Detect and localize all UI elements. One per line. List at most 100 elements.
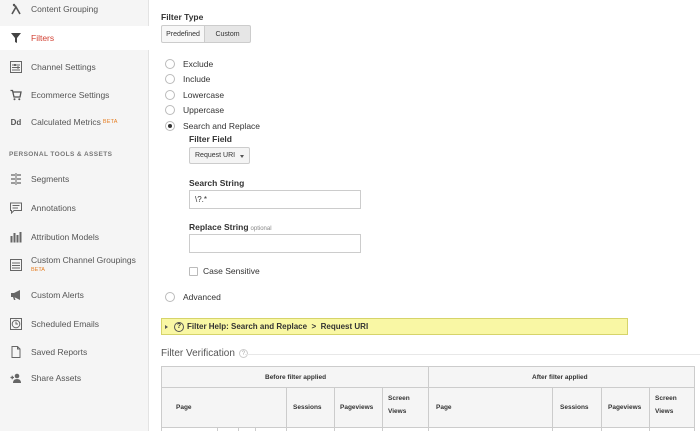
channel-settings-icon: [9, 60, 23, 74]
radio-button[interactable]: [165, 74, 175, 84]
sidebar-item-content-grouping[interactable]: Content Grouping: [0, 0, 149, 21]
sidebar-item-custom-alerts[interactable]: Custom Alerts: [0, 283, 149, 307]
filter-editor: Filter Type Predefined Custom Exclude In…: [161, 0, 700, 431]
filter-verification-label: Filter Verification: [161, 348, 235, 359]
sidebar-item-label: Segments: [31, 174, 70, 184]
column-divider: [286, 388, 287, 431]
radio-label: Advanced: [183, 292, 221, 302]
col-pageviews-after: Pageviews: [608, 404, 642, 411]
sidebar-item-custom-channel-groupings[interactable]: Custom Channel Groupings BETA: [0, 253, 149, 281]
radio-button[interactable]: [165, 105, 175, 115]
radio-search-and-replace[interactable]: Search and Replace: [165, 121, 260, 131]
col-sessions-after: Sessions: [560, 404, 589, 411]
verification-table: Before filter applied After filter appli…: [161, 366, 695, 431]
radio-uppercase[interactable]: Uppercase: [165, 105, 224, 115]
radio-label: Exclude: [183, 59, 214, 69]
sidebar-item-label: Content Grouping: [31, 4, 99, 14]
filter-icon: [9, 31, 23, 45]
sidebar-item-label: Custom Channel Groupings: [31, 255, 136, 265]
document-icon: [9, 345, 23, 359]
help-icon: ?: [174, 321, 184, 332]
section-heading: PERSONAL TOOLS & ASSETS: [9, 151, 113, 158]
radio-label: Lowercase: [183, 90, 225, 100]
radio-button[interactable]: [165, 121, 175, 131]
add-user-icon: [9, 371, 23, 385]
sidebar-item-ecommerce-settings[interactable]: Ecommerce Settings: [0, 83, 149, 107]
sidebar-item-label: Custom Alerts: [31, 290, 84, 300]
expand-triangle-icon: [165, 324, 168, 329]
filter-field-label: Filter Field: [189, 134, 232, 144]
sidebar-item-share-assets[interactable]: Share Assets: [0, 366, 149, 390]
col-pageviews-before: Pageviews: [340, 404, 374, 411]
sidebar-item-saved-reports[interactable]: Saved Reports: [0, 340, 149, 364]
col-page-before: Page: [176, 404, 192, 411]
col-page-after: Page: [436, 404, 452, 411]
content-grouping-icon: [9, 2, 23, 16]
sidebar-item-label: Saved Reports: [31, 347, 88, 357]
case-sensitive-label: Case Sensitive: [203, 266, 260, 276]
filter-type-label: Filter Type: [161, 12, 204, 22]
clock-icon: [9, 317, 23, 331]
sidebar-item-annotations[interactable]: Annotations: [0, 196, 149, 220]
search-string-input[interactable]: [189, 190, 361, 209]
sidebar-item-scheduled-emails[interactable]: Scheduled Emails: [0, 312, 149, 336]
tab-custom[interactable]: Custom: [205, 25, 251, 43]
replace-string-label: Replace String optional: [189, 222, 272, 232]
column-divider: [601, 388, 602, 431]
sidebar-item-filters[interactable]: Filters: [0, 26, 149, 50]
radio-button[interactable]: [165, 292, 175, 302]
before-header: Before filter applied: [265, 374, 327, 381]
filter-type-tabs: Predefined Custom: [161, 25, 251, 43]
replace-string-input[interactable]: [189, 234, 361, 253]
column-divider: [382, 388, 383, 431]
tab-predefined[interactable]: Predefined: [161, 25, 205, 43]
sidebar-item-label: Calculated Metrics: [31, 117, 101, 127]
radio-exclude[interactable]: Exclude: [165, 59, 213, 69]
radio-label: Search and Replace: [183, 121, 261, 131]
column-divider: [649, 388, 650, 431]
sidebar-item-label: Share Assets: [31, 373, 82, 383]
filter-field-select[interactable]: Request URI: [189, 147, 250, 164]
sidebar-item-label: Filters: [31, 33, 55, 43]
col-screenviews-before: Screen Views: [388, 395, 410, 415]
sidebar-item-label: Ecommerce Settings: [31, 90, 110, 100]
sidebar-item-label: Attribution Models: [31, 232, 100, 242]
radio-label: Uppercase: [183, 105, 225, 115]
radio-label: Include: [183, 74, 211, 84]
radio-button[interactable]: [165, 90, 175, 100]
radio-advanced[interactable]: Advanced: [165, 292, 221, 302]
beta-badge: BETA: [31, 267, 45, 273]
admin-sidebar: Content Grouping Filters Channel Setting…: [0, 0, 149, 431]
sidebar-item-channel-settings[interactable]: Channel Settings: [0, 55, 149, 79]
search-string-label: Search String: [189, 178, 245, 188]
column-divider: [552, 388, 553, 431]
chevron-down-icon: [240, 155, 244, 158]
radio-lowercase[interactable]: Lowercase: [165, 90, 224, 100]
divider: [245, 354, 700, 355]
radio-include[interactable]: Include: [165, 74, 210, 84]
annotations-icon: [9, 201, 23, 215]
filter-help-bar[interactable]: ? Filter Help: Search and Replace > Requ…: [161, 318, 628, 335]
optional-hint: optional: [250, 226, 272, 232]
column-divider: [428, 367, 429, 431]
sidebar-item-segments[interactable]: Segments: [0, 167, 149, 191]
filter-field-value: Request URI: [195, 152, 236, 159]
custom-channel-groupings-icon: [9, 258, 23, 272]
radio-button[interactable]: [165, 59, 175, 69]
col-screenviews-after: Screen Views: [655, 395, 677, 415]
column-divider: [334, 388, 335, 431]
segments-icon: [9, 172, 23, 186]
cart-icon: [9, 88, 23, 102]
sidebar-item-label: Scheduled Emails: [31, 319, 100, 329]
attribution-models-icon: [9, 230, 23, 244]
filter-help-text: Filter Help: Search and Replace > Reques…: [187, 322, 369, 331]
megaphone-icon: [9, 288, 23, 302]
beta-badge: BETA: [102, 119, 118, 125]
case-sensitive-option[interactable]: Case Sensitive: [189, 266, 260, 276]
sidebar-item-calculated-metrics[interactable]: Dd Calculated Metrics BETA: [0, 110, 149, 134]
sidebar-item-label: Channel Settings: [31, 62, 96, 72]
case-sensitive-checkbox[interactable]: [189, 266, 198, 276]
col-sessions-before: Sessions: [293, 404, 322, 411]
after-header: After filter applied: [532, 374, 588, 381]
sidebar-item-attribution-models[interactable]: Attribution Models: [0, 225, 149, 249]
